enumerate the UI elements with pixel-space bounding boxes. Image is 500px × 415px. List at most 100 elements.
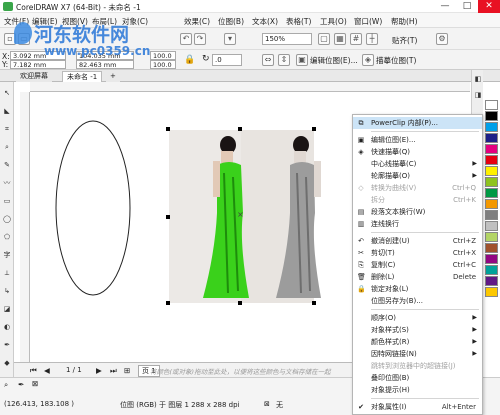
context-menu-item[interactable]: ↶ 撤消创建(U) Ctrl+Z xyxy=(353,235,482,247)
palette-swatch[interactable] xyxy=(485,122,498,132)
selection-handle[interactable] xyxy=(238,301,242,305)
horizontal-ruler[interactable] xyxy=(30,82,470,92)
context-menu-item[interactable]: 轮廓描摹(O) ▶ xyxy=(353,170,482,182)
next-page-icon[interactable]: ▶ xyxy=(96,366,102,375)
tab-document[interactable]: 未命名 -1 xyxy=(62,71,103,82)
first-page-icon[interactable]: ⏮ xyxy=(30,366,37,376)
selection-handle[interactable] xyxy=(312,301,316,305)
artistic-media-icon[interactable]: 〰 xyxy=(2,178,12,188)
palette-swatch[interactable] xyxy=(485,111,498,121)
palette-swatch[interactable] xyxy=(485,221,498,231)
context-menu-item[interactable]: 中心线描摹(C) ▶ xyxy=(353,158,482,170)
context-menu-item[interactable]: ▤ 段落文本换行(W) xyxy=(353,206,482,218)
palette-swatch[interactable] xyxy=(485,287,498,297)
eyedropper-tool-icon[interactable]: ✒ xyxy=(2,340,12,350)
context-menu-item[interactable]: ⎘ 复制(C) Ctrl+C xyxy=(353,259,482,271)
rotation-field[interactable]: .0 xyxy=(212,54,242,66)
palette-swatch[interactable] xyxy=(485,243,498,253)
launch-icon[interactable]: ▾ xyxy=(224,33,236,45)
context-menu-item[interactable]: ▣ 编辑位图(E)... xyxy=(353,134,482,146)
palette-swatch[interactable] xyxy=(485,177,498,187)
interactive-fill-icon[interactable]: ◆ xyxy=(2,358,12,368)
context-menu-item[interactable]: ⧉ PowerClip 内部(P)... xyxy=(353,117,482,129)
add-tab-button[interactable]: + xyxy=(106,71,120,82)
shape-tool-icon[interactable]: ◣ xyxy=(2,106,12,116)
trace-bitmap-icon[interactable]: ◈ xyxy=(362,54,374,66)
menu-bitmap[interactable]: 位图(B) xyxy=(218,16,244,27)
context-menu-item[interactable]: 位图另存为(B)... xyxy=(353,295,482,307)
palette-swatch[interactable] xyxy=(485,166,498,176)
crop-tool-icon[interactable]: ⌗ xyxy=(2,124,12,134)
text-tool-icon[interactable]: 字 xyxy=(2,250,12,260)
context-menu-item[interactable]: 顺序(O) ▶ xyxy=(353,312,482,324)
parallel-dimension-icon[interactable]: ⟂ xyxy=(2,268,12,278)
zoom-level-select[interactable]: 150% xyxy=(262,33,312,45)
docker-hints-icon[interactable]: ◧ xyxy=(473,74,483,84)
menu-tools[interactable]: 工具(O) xyxy=(320,16,347,27)
context-menu-item[interactable]: 颜色样式(R) ▶ xyxy=(353,336,482,348)
palette-swatch[interactable] xyxy=(485,144,498,154)
ellipse-object[interactable] xyxy=(55,120,131,296)
ellipse-tool-icon[interactable]: ◯ xyxy=(2,214,12,224)
pick-tool-icon[interactable]: ↖ xyxy=(2,88,12,98)
context-menu-item[interactable]: 🗑 删除(L) Delete xyxy=(353,271,482,283)
grid-icon[interactable]: # xyxy=(350,33,362,45)
scale-y-field[interactable]: 100.0 xyxy=(150,60,176,69)
rectangle-tool-icon[interactable]: ▭ xyxy=(2,196,12,206)
mirror-vertical-icon[interactable]: ⇕ xyxy=(278,54,290,66)
palette-swatch[interactable] xyxy=(485,100,498,110)
bitmap-image[interactable] xyxy=(169,130,321,303)
trace-bitmap-button[interactable]: 描摹位图(T) xyxy=(376,55,416,66)
selection-handle[interactable] xyxy=(166,127,170,131)
full-screen-icon[interactable]: ▢ xyxy=(318,33,330,45)
maximize-button[interactable]: □ xyxy=(456,0,478,13)
add-page-icon[interactable]: ⊞ xyxy=(124,366,130,375)
context-menu-item[interactable]: 拆分 Ctrl+K xyxy=(353,194,482,206)
snap-to-dropdown[interactable]: 贴齐(T) xyxy=(392,35,417,46)
menu-table[interactable]: 表格(T) xyxy=(286,16,311,27)
edit-bitmap-icon[interactable]: ▣ xyxy=(296,54,308,66)
context-menu-item[interactable]: ◈ 快速描摹(Q) xyxy=(353,146,482,158)
y-position-field[interactable]: 7.182 mm xyxy=(10,60,66,69)
context-menu-item[interactable]: 跳转到浏览器中的超链接(J) xyxy=(353,360,482,372)
context-menu-item[interactable]: 因特网链接(N) ▶ xyxy=(353,348,482,360)
palette-swatch[interactable] xyxy=(485,210,498,220)
menu-help[interactable]: 帮助(H) xyxy=(391,16,418,27)
docker-properties-icon[interactable]: ◨ xyxy=(473,90,483,100)
context-menu-item[interactable]: 🔒 锁定对象(L) xyxy=(353,283,482,295)
polygon-tool-icon[interactable]: ⬠ xyxy=(2,232,12,242)
context-menu-item[interactable]: ✂ 剪切(T) Ctrl+X xyxy=(353,247,482,259)
zoom-tool-icon[interactable]: ⌕ xyxy=(2,142,12,152)
edit-bitmap-button[interactable]: 编辑位图(E)... xyxy=(310,55,358,66)
context-menu-item[interactable]: 对象样式(S) ▶ xyxy=(353,324,482,336)
drop-shadow-icon[interactable]: ◪ xyxy=(2,304,12,314)
selection-handle[interactable] xyxy=(166,215,170,219)
selection-handle[interactable] xyxy=(238,127,242,131)
last-page-icon[interactable]: ⏭ xyxy=(110,366,117,376)
palette-swatch[interactable] xyxy=(485,188,498,198)
palette-swatch[interactable] xyxy=(485,199,498,209)
rulers-icon[interactable]: ▦ xyxy=(334,33,346,45)
minimize-button[interactable]: — xyxy=(434,0,456,13)
zoom-status-icon[interactable]: ⌕ xyxy=(4,380,8,390)
palette-swatch[interactable] xyxy=(485,276,498,286)
mirror-horizontal-icon[interactable]: ⇔ xyxy=(262,54,274,66)
context-menu-item[interactable]: ✔ 对象属性(I) Alt+Enter xyxy=(353,401,482,413)
palette-swatch[interactable] xyxy=(485,265,498,275)
options-gear-icon[interactable]: ⚙ xyxy=(436,33,448,45)
prev-page-icon[interactable]: ◀ xyxy=(44,366,50,375)
guidelines-icon[interactable]: ┼ xyxy=(366,33,378,45)
height-field[interactable]: 82.463 mm xyxy=(76,60,134,69)
pen-status-icon[interactable]: ✒ xyxy=(18,380,24,389)
connector-tool-icon[interactable]: ↳ xyxy=(2,286,12,296)
context-menu-item[interactable]: 对象提示(H) xyxy=(353,384,482,396)
context-menu-item[interactable]: ◇ 转换为曲线(V) Ctrl+Q xyxy=(353,182,482,194)
palette-swatch[interactable] xyxy=(485,155,498,165)
palette-swatch[interactable] xyxy=(485,254,498,264)
palette-swatch[interactable] xyxy=(485,232,498,242)
selection-handle[interactable] xyxy=(166,301,170,305)
no-fill-swatch-icon[interactable]: ⊠ xyxy=(32,379,38,388)
palette-swatch[interactable] xyxy=(485,133,498,143)
context-menu-item[interactable]: 叠印位图(B) xyxy=(353,372,482,384)
transparency-tool-icon[interactable]: ◐ xyxy=(2,322,12,332)
